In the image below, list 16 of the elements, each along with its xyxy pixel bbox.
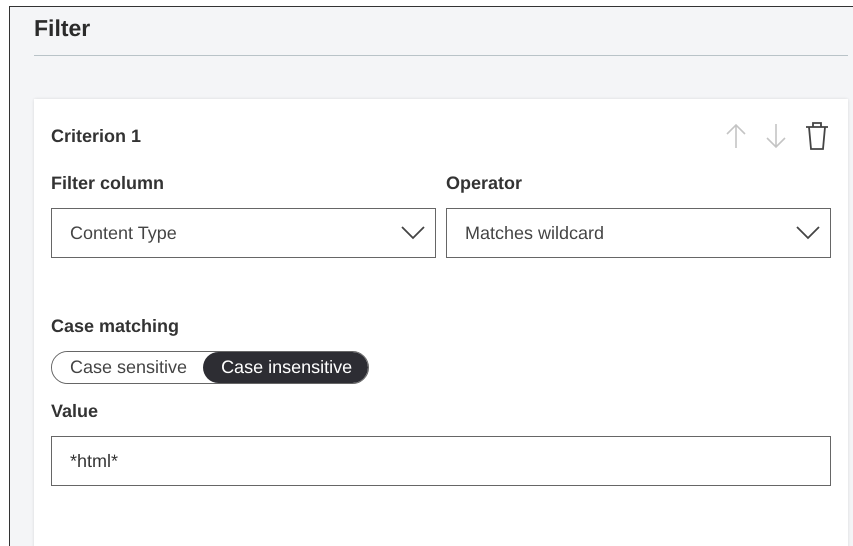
page-title: Filter: [34, 14, 92, 43]
filter-column-dropdown[interactable]: Content Type: [51, 208, 436, 258]
down-arrow-icon: [765, 123, 787, 149]
field-label: Operator: [446, 173, 524, 194]
value-input[interactable]: *html*: [51, 436, 831, 486]
trash-icon: [805, 121, 829, 151]
field-label: Case matching: [51, 316, 180, 337]
criterion-title: Criterion 1: [51, 126, 142, 146]
toggle-option[interactable]: Case insensitive: [203, 352, 368, 383]
delete-button[interactable]: [803, 119, 831, 153]
field-label: Value: [51, 401, 100, 422]
field-label: Filter column: [51, 173, 166, 194]
operator-dropdown[interactable]: Matches wildcard: [446, 208, 831, 258]
chevron-down-icon: [401, 226, 425, 240]
chevron-down-icon: [796, 226, 820, 240]
up-arrow-icon: [725, 123, 747, 149]
